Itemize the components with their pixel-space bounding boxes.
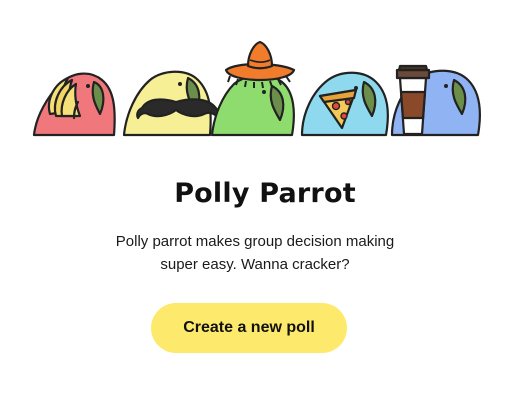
parrot-with-pizza-icon bbox=[300, 71, 389, 137]
create-poll-button[interactable]: Create a new poll bbox=[151, 303, 347, 353]
parrot-with-banana-icon bbox=[32, 72, 116, 137]
parrot-with-mustache-icon bbox=[122, 70, 220, 137]
parrot-with-sombrero-icon bbox=[210, 40, 296, 137]
app-description: Polly parrot makes group decision making… bbox=[115, 233, 395, 273]
parrot-with-coffee-icon bbox=[390, 64, 481, 137]
page-title: Polly Parrot bbox=[174, 178, 356, 209]
parrots-illustration bbox=[30, 36, 482, 140]
